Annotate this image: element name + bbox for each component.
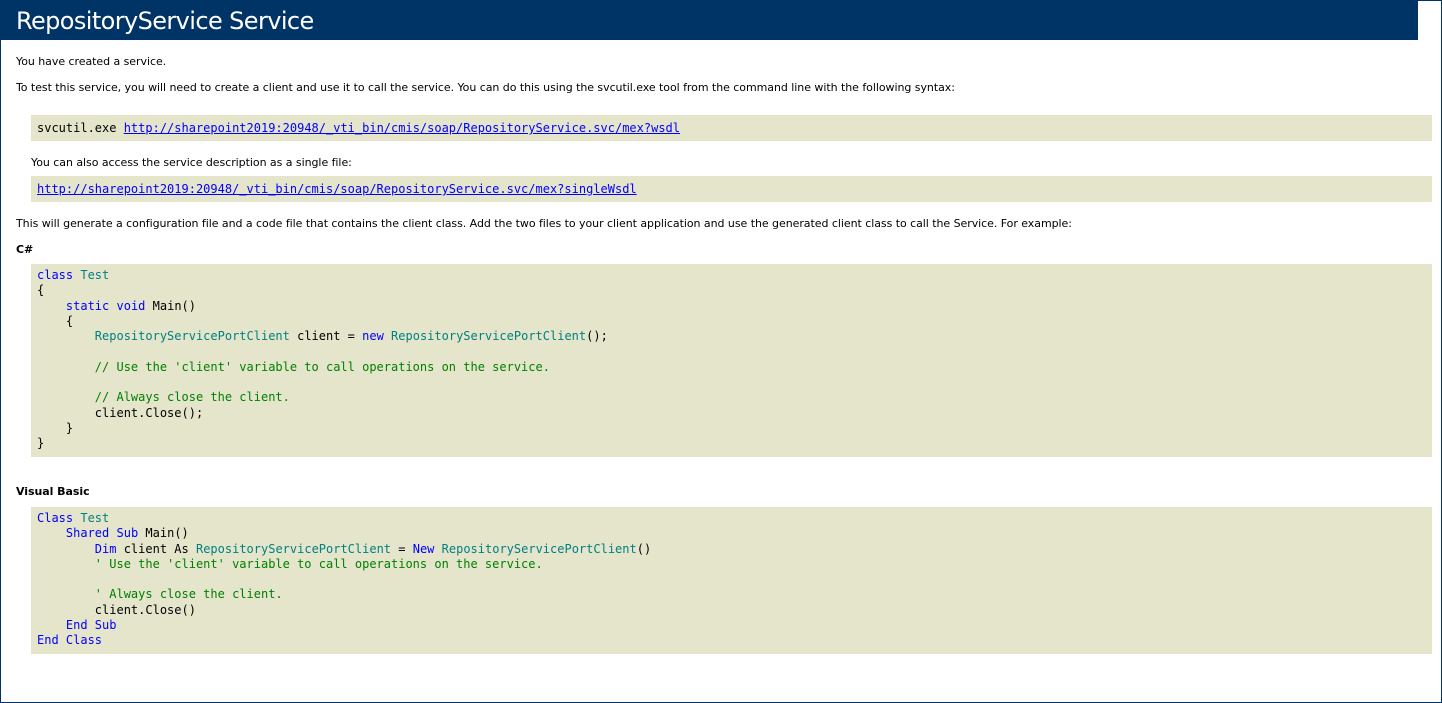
intro-text: You have created a service. xyxy=(16,55,167,68)
code-keyword: Shared xyxy=(65,526,110,541)
code-text: { xyxy=(65,313,74,328)
code-line: ' Use the 'client' variable to call oper… xyxy=(37,557,1432,572)
code-line: // Always close the client. xyxy=(37,390,1432,405)
page-frame: RepositoryService Service You have creat… xyxy=(0,0,1442,703)
code-line: static void Main() xyxy=(37,299,1432,314)
code-type: RepositoryServicePortClient xyxy=(391,329,587,344)
code-comment: ' Use the 'client' variable to call oper… xyxy=(94,556,543,571)
code-comment: // Use the 'client' variable to call ope… xyxy=(94,359,550,374)
code-text: { xyxy=(37,283,45,298)
code-keyword: End Sub xyxy=(65,618,117,633)
svcutil-command: svcutil.exe xyxy=(37,121,124,135)
code-keyword: class xyxy=(37,268,74,282)
code-line: Class Test xyxy=(37,511,1432,526)
code-line: Dim client As RepositoryServicePortClien… xyxy=(37,542,1432,557)
code-comment: ' Always close the client. xyxy=(94,587,283,602)
code-text: () xyxy=(636,541,652,556)
wsdl-link[interactable]: http://sharepoint2019:20948/_vti_bin/cmi… xyxy=(124,121,680,135)
code-keyword: static xyxy=(65,298,110,313)
code-keyword: Sub xyxy=(116,526,139,541)
single-file-text: You can also access the service descript… xyxy=(31,156,352,169)
vb-code-block: Class Test Shared Sub Main() Dim client … xyxy=(31,507,1432,654)
code-type: Test xyxy=(80,268,110,282)
code-line: Shared Sub Main() xyxy=(37,526,1432,541)
code-type: RepositoryServicePortClient xyxy=(94,329,290,344)
code-line: client.Close() xyxy=(37,603,1432,618)
code-line: ' Always close the client. xyxy=(37,587,1432,602)
code-type: RepositoryServicePortClient xyxy=(195,541,392,556)
csharp-code-block: class Test{ static void Main() { Reposit… xyxy=(31,264,1432,457)
code-line: End Class xyxy=(37,633,1432,648)
generate-text: This will generate a configuration file … xyxy=(16,217,1072,230)
code-line: // Use the 'client' variable to call ope… xyxy=(37,360,1432,375)
code-line: } xyxy=(37,436,1432,451)
code-line: { xyxy=(37,314,1432,329)
test-instructions-text: To test this service, you will need to c… xyxy=(16,81,955,94)
code-text: client As xyxy=(116,541,196,556)
code-text: (); xyxy=(586,329,608,344)
code-keyword: Dim xyxy=(94,541,117,556)
code-line: class Test xyxy=(37,268,1432,283)
code-type: Test xyxy=(80,511,110,525)
svcutil-command-block: svcutil.exe http://sharepoint2019:20948/… xyxy=(31,115,1432,141)
page-title: RepositoryService Service xyxy=(1,1,1418,40)
code-line: { xyxy=(37,283,1432,298)
code-keyword: void xyxy=(116,298,146,313)
code-text: client = xyxy=(289,329,363,344)
single-wsdl-link[interactable]: http://sharepoint2019:20948/_vti_bin/cmi… xyxy=(37,182,637,196)
code-text: client.Close(); xyxy=(94,405,204,420)
code-line: End Sub xyxy=(37,618,1432,633)
csharp-label: C# xyxy=(16,243,34,256)
vb-label: Visual Basic xyxy=(16,485,90,498)
code-text: } xyxy=(37,436,45,451)
code-keyword: new xyxy=(362,329,384,344)
code-line: } xyxy=(37,421,1432,436)
code-text: client.Close() xyxy=(94,602,196,617)
code-text: = xyxy=(391,541,413,556)
single-wsdl-block: http://sharepoint2019:20948/_vti_bin/cmi… xyxy=(31,176,1432,202)
code-text: Main() xyxy=(152,298,196,313)
code-type: RepositoryServicePortClient xyxy=(441,541,637,556)
code-text: Main() xyxy=(145,526,189,541)
code-text: } xyxy=(65,420,74,435)
code-comment: // Always close the client. xyxy=(94,390,290,405)
code-keyword: Class xyxy=(37,511,74,525)
code-keyword: End Class xyxy=(37,633,103,648)
code-line: RepositoryServicePortClient client = new… xyxy=(37,329,1432,344)
code-line: client.Close(); xyxy=(37,406,1432,421)
code-keyword: New xyxy=(412,541,435,556)
